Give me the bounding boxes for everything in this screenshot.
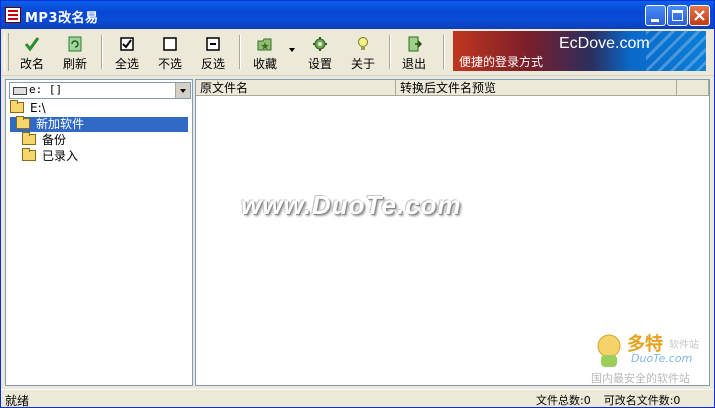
rename-label: 改名 [19,57,44,71]
favorites-dropdown[interactable] [287,44,297,56]
checkbox-checked-icon [120,37,134,51]
drive-select[interactable]: e: [] [9,82,191,99]
file-list[interactable]: 原文件名 转换后文件名预览 www.DuoTe.com 多特 软件站 DuoTe… [195,79,710,386]
corner-logo-sub: 软件站 [669,340,699,351]
favorites-label: 收藏 [252,57,277,71]
open-folder-icon [10,100,24,113]
chevron-down-icon [289,48,295,52]
corner-logo: 多特 软件站 DuoTe.com 国内最安全的软件站 [591,328,709,385]
folder-icon [22,132,36,145]
column-header-preview[interactable]: 转换后文件名预览 [396,80,677,96]
tree-item-label: 备份 [42,133,67,147]
select-all-label: 全选 [114,57,139,71]
checkbox-empty-icon [163,37,177,51]
toolbar-grip[interactable] [4,33,9,71]
toolbar-separator [239,35,241,69]
refresh-button[interactable]: 刷新 [54,32,96,74]
about-label: 关于 [350,57,375,71]
folder-icon [22,148,36,161]
refresh-icon [68,36,82,52]
favorites-button[interactable]: 收藏 [244,32,286,74]
toolbar-separator [443,35,445,69]
check-icon [24,37,40,52]
app-window: MP3改名易 改名 刷新 全选 不选 反选 收藏 设置 关于 退出 EcDove… [0,0,715,408]
tree-item-label: 新加软件 [36,117,85,131]
invert-selection-button[interactable]: 反选 [192,32,234,74]
corner-logo-domain: DuoTe.com [631,352,693,365]
tree-item[interactable]: 备份 [10,132,188,148]
status-text: 就绪 [5,394,30,408]
refresh-label: 刷新 [62,57,87,71]
dropdown-arrow-icon[interactable] [175,83,190,98]
exit-icon [408,36,422,52]
checkbox-invert-icon [206,37,220,51]
total-files-count: 文件总数:0 [536,394,591,407]
rename-button[interactable]: 改名 [11,32,53,74]
select-all-button[interactable]: 全选 [106,32,148,74]
tree-item-label: 已录入 [42,149,79,163]
close-button[interactable] [689,5,710,26]
banner-decoration [646,31,706,71]
drive-icon [13,87,27,95]
tree-item-selected[interactable]: 新加软件 [10,116,188,132]
exit-label: 退出 [401,57,426,71]
column-header-filler [677,80,709,96]
toolbar: 改名 刷新 全选 不选 反选 收藏 设置 关于 退出 EcDove.com 便捷… [1,29,714,76]
exit-button[interactable]: 退出 [393,32,435,74]
minimize-icon [651,19,659,22]
folder-panel: e: [] E:\ 新加软件 备份 已录入 [5,79,193,386]
ad-banner[interactable]: EcDove.com 便捷的登录方式 [453,31,706,71]
watermark: www.DuoTe.com [241,190,462,220]
tree-item-root[interactable]: E:\ [10,100,188,116]
favorites-folder-icon [257,38,272,51]
minimize-button[interactable] [645,5,666,26]
banner-slogan: 便捷的登录方式 [459,55,544,69]
toolbar-separator [101,35,103,69]
tree-item[interactable]: 已录入 [10,148,188,164]
column-header-original[interactable]: 原文件名 [196,80,396,96]
banner-brand: EcDove.com [559,35,650,52]
drive-select-value: e: [] [29,83,63,96]
about-button[interactable]: 关于 [342,32,384,74]
lightbulb-icon [358,37,368,50]
settings-button[interactable]: 设置 [299,32,341,74]
maximize-button[interactable] [667,5,688,26]
app-icon[interactable] [5,7,21,23]
toolbar-separator [389,35,391,69]
settings-label: 设置 [307,57,332,71]
open-folder-icon [16,116,30,129]
settings-icon [313,37,327,51]
select-none-label: 不选 [157,57,182,71]
select-none-button[interactable]: 不选 [149,32,191,74]
corner-logo-slogan: 国内最安全的软件站 [591,372,690,385]
window-title: MP3改名易 [25,11,99,26]
renamable-files-count: 可改名文件数:0 [603,394,681,407]
close-icon [694,10,705,21]
status-bar: 就绪 文件总数:0 可改名文件数:0 [1,389,714,408]
title-bar[interactable]: MP3改名易 [1,1,714,29]
status-counts: 文件总数:0 可改名文件数:0 [536,392,681,407]
invert-selection-label: 反选 [200,57,225,71]
tree-item-label: E:\ [30,101,46,115]
